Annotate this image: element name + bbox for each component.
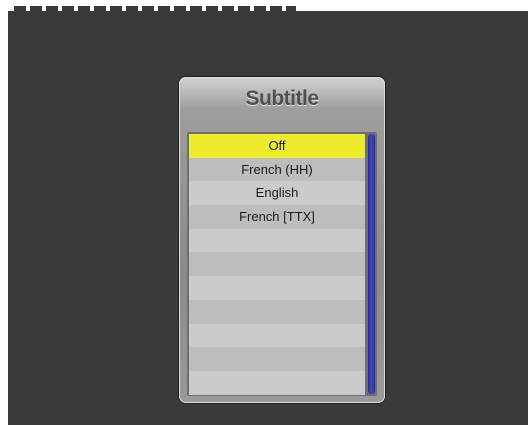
list-item-empty	[189, 252, 365, 277]
list-item-empty	[189, 323, 365, 348]
list-item-label: French [TTX]	[239, 209, 315, 225]
list-item-empty	[189, 299, 365, 324]
subtitle-list-panel: Off French (HH) English French [TTX]	[187, 132, 377, 396]
list-item-empty	[189, 347, 365, 371]
top-dashed-border	[14, 6, 296, 11]
list-item-english[interactable]: English	[189, 181, 365, 206]
list-item-off[interactable]: Off	[189, 134, 365, 158]
list-item-empty	[189, 228, 365, 253]
list-item-empty	[189, 276, 365, 300]
tv-screen: Subtitle Off French (HH) English French …	[8, 11, 528, 425]
subtitle-list: Off French (HH) English French [TTX]	[189, 134, 365, 395]
list-item-label: French (HH)	[241, 161, 313, 177]
list-item-label: Off	[268, 138, 286, 153]
list-scrollbar[interactable]	[368, 134, 375, 394]
list-item-label: English	[255, 185, 299, 201]
list-item-empty	[189, 370, 365, 395]
subtitle-dialog: Subtitle Off French (HH) English French …	[179, 77, 385, 403]
list-item-french-hh[interactable]: French (HH)	[189, 157, 365, 182]
dialog-title: Subtitle	[245, 87, 320, 110]
list-item-french-ttx[interactable]: French [TTX]	[189, 205, 365, 229]
